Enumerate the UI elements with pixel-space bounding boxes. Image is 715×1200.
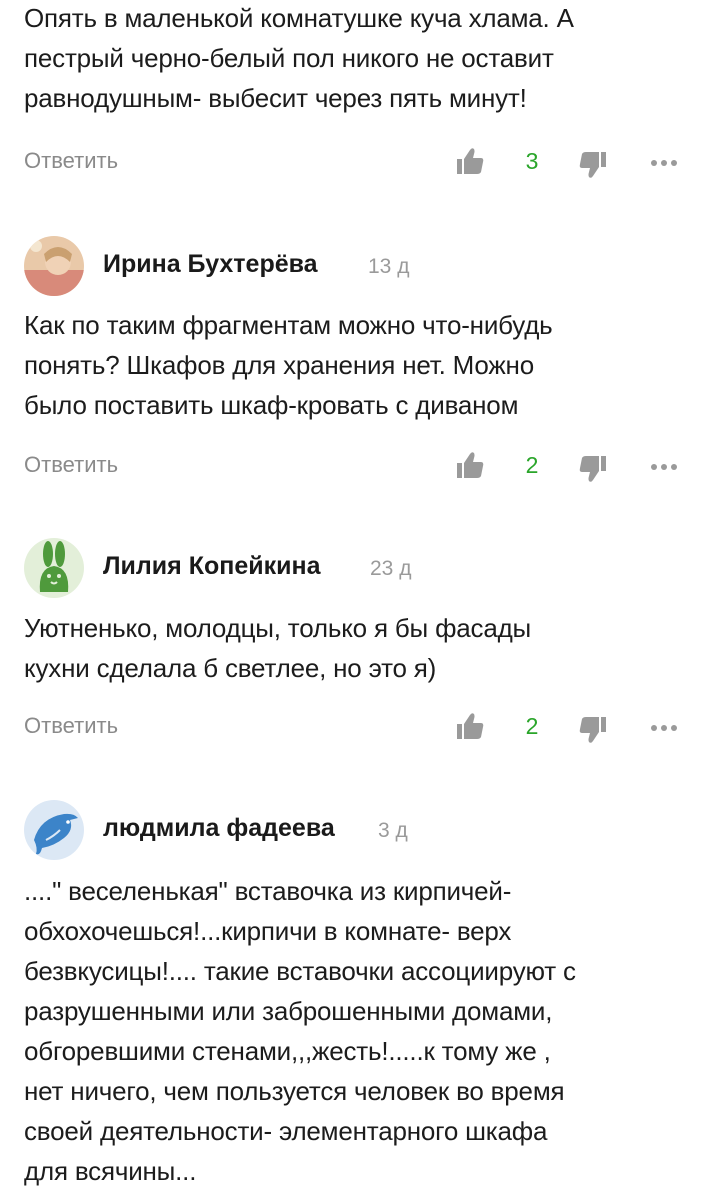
more-dots-icon[interactable]	[647, 711, 681, 745]
text-line: обхохочешься!...кирпичи в комнате- верх	[24, 916, 512, 946]
thumbs-up-icon[interactable]	[455, 450, 485, 480]
comment-actions: Ответить 2	[0, 709, 715, 749]
reply-button[interactable]: Ответить	[24, 148, 118, 174]
comment-text: Опять в маленькой комнатушке куча хлама.…	[24, 0, 694, 118]
like-count: 3	[525, 148, 539, 174]
text-line: пестрый черно-белый пол никого не остави…	[24, 43, 554, 73]
author-name[interactable]: людмила фадеева	[103, 814, 335, 843]
text-line: кухни сделала б светлее, но это я)	[24, 653, 437, 683]
comment-date: 3 д	[378, 819, 408, 842]
thumbs-down-icon[interactable]	[578, 150, 608, 180]
comment-date: 23 д	[370, 557, 412, 580]
avatar[interactable]	[24, 236, 84, 296]
text-line: Уютненько, молодцы, только я бы фасады	[24, 613, 532, 643]
comment-header: Ирина Бухтерёва 13 д	[0, 236, 715, 300]
thumbs-down-icon[interactable]	[578, 454, 608, 484]
like-count: 2	[525, 713, 539, 739]
text-line: равнодушным- выбесит через пять минут!	[24, 83, 527, 113]
more-dots-icon[interactable]	[647, 450, 681, 484]
text-line: было поставить шкаф-кровать с диваном	[24, 390, 519, 420]
text-line: обгоревшими стенами,,,жесть!.....к тому …	[24, 1036, 551, 1066]
avatar[interactable]	[24, 800, 84, 860]
text-line: ...." веселенькая" вставочка из кирпичей…	[24, 876, 512, 906]
text-line: Как по таким фрагментам можно что-нибудь	[24, 310, 553, 340]
like-count: 2	[525, 452, 539, 478]
text-line: своей деятельности- элементарного шкафа	[24, 1116, 548, 1146]
comment-date: 13 д	[368, 255, 410, 278]
text-line: для всячины...	[24, 1156, 197, 1186]
comment-actions: Ответить 2	[0, 448, 715, 488]
comment-actions: Ответить 3	[0, 144, 715, 184]
thumbs-down-icon[interactable]	[578, 715, 608, 745]
author-name[interactable]: Лилия Копейкина	[103, 552, 320, 581]
text-line: безвкусицы!.... такие вставочки ассоциир…	[24, 956, 576, 986]
more-dots-icon[interactable]	[647, 146, 681, 180]
text-line: нет ничего, чем пользуется человек во вр…	[24, 1076, 565, 1106]
comment-header: людмила фадеева 3 д	[0, 800, 715, 864]
reply-button[interactable]: Ответить	[24, 713, 118, 739]
reply-button[interactable]: Ответить	[24, 452, 118, 478]
thumbs-up-icon[interactable]	[455, 711, 485, 741]
comment-text: Уютненько, молодцы, только я бы фасады к…	[24, 608, 694, 688]
text-line: Опять в маленькой комнатушке куча хлама.…	[24, 3, 574, 33]
comment-text: Как по таким фрагментам можно что-нибудь…	[24, 305, 694, 425]
comment-text: ...." веселенькая" вставочка из кирпичей…	[24, 871, 694, 1191]
avatar[interactable]	[24, 538, 84, 598]
comment-header: Лилия Копейкина 23 д	[0, 538, 715, 602]
thumbs-up-icon[interactable]	[455, 146, 485, 176]
text-line: понять? Шкафов для хранения нет. Можно	[24, 350, 534, 380]
text-line: разрушенными или заброшенными домами,	[24, 996, 553, 1026]
author-name[interactable]: Ирина Бухтерёва	[103, 250, 318, 279]
